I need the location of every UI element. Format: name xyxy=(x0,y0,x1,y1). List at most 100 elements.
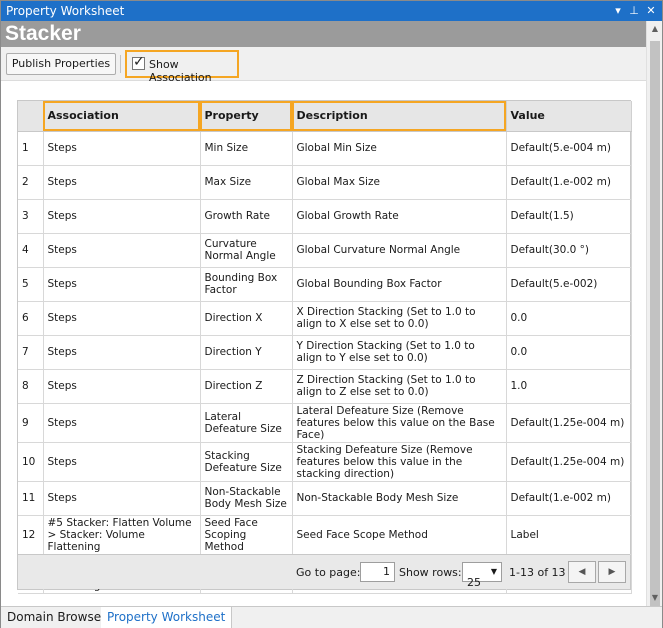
page-title: Stacker xyxy=(1,21,646,47)
description-cell: Y Direction Stacking (Set to 1.0 to alig… xyxy=(292,335,507,370)
column-header-description[interactable]: Description xyxy=(292,101,507,132)
row-index-cell: 8 xyxy=(18,369,44,404)
table-row[interactable]: 1 Steps Min Size Global Min Size Default(5.e… xyxy=(18,131,632,166)
vertical-scrollbar[interactable]: ▲ ▼ xyxy=(646,21,663,609)
association-cell: Steps xyxy=(43,442,201,482)
table-header-row: Association Property Description Value xyxy=(18,101,632,132)
property-worksheet-window: Property Worksheet ▾ ⊥ ✕ Stacker Publish… xyxy=(0,0,663,628)
row-index-cell: 2 xyxy=(18,165,44,200)
check-icon: ✓ xyxy=(133,54,145,70)
row-index-cell: 1 xyxy=(18,131,44,166)
value-cell[interactable]: Default(1.5) xyxy=(506,199,632,234)
tab-property-worksheet[interactable]: Property Worksheet xyxy=(101,607,233,628)
description-cell: Global Max Size xyxy=(292,165,507,200)
row-index-cell: 12 xyxy=(18,515,44,555)
association-cell: Steps xyxy=(43,301,201,336)
property-table: Association Property Description Value 1… xyxy=(18,101,632,594)
value-cell[interactable]: 0.0 xyxy=(506,335,632,370)
value-cell[interactable]: 0.0 xyxy=(506,301,632,336)
property-cell: Non-Stackable Body Mesh Size xyxy=(200,481,293,516)
show-association-checkbox[interactable]: ✓ Show Association xyxy=(125,50,239,84)
scrollbar-thumb[interactable] xyxy=(650,41,660,609)
value-cell[interactable]: 1.0 xyxy=(506,369,632,404)
toolbar-divider xyxy=(120,55,121,73)
property-cell: Direction X xyxy=(200,301,293,336)
previous-page-button[interactable]: ◀ xyxy=(568,561,596,583)
description-cell: Global Bounding Box Factor xyxy=(292,267,507,302)
table-row[interactable]: 6 Steps Direction XX Direction Stacking (S… xyxy=(18,301,632,336)
association-cell: Steps xyxy=(43,403,201,443)
dropdown-icon[interactable]: ▾ xyxy=(611,3,625,18)
value-cell[interactable]: Default(1.e-002 m) xyxy=(506,481,632,516)
table-row[interactable]: 2 Steps Max Size Global Max Size Default(1.e… xyxy=(18,165,632,200)
next-page-button[interactable]: ▶ xyxy=(598,561,626,583)
bottom-tab-bar: Domain Browser Property Worksheet xyxy=(1,606,662,628)
row-index-cell: 4 xyxy=(18,233,44,268)
window-title: Property Worksheet xyxy=(6,4,125,18)
column-header-property[interactable]: Property xyxy=(200,101,293,132)
association-cell: Steps xyxy=(43,335,201,370)
row-index-cell: 5 xyxy=(18,267,44,302)
association-cell: Steps xyxy=(43,369,201,404)
row-index-cell: 9 xyxy=(18,403,44,443)
description-cell: Z Direction Stacking (Set to 1.0 to alig… xyxy=(292,369,507,404)
property-cell: Direction Y xyxy=(200,335,293,370)
property-cell: Growth Rate xyxy=(200,199,293,234)
value-cell[interactable]: Default(5.e-004 m) xyxy=(506,131,632,166)
association-cell: Steps xyxy=(43,481,201,516)
description-cell: X Direction Stacking (Set to 1.0 to alig… xyxy=(292,301,507,336)
association-cell: Steps xyxy=(43,199,201,234)
row-index-cell: 10 xyxy=(18,442,44,482)
column-header-value[interactable]: Value xyxy=(506,101,632,132)
column-header-association[interactable]: Association xyxy=(43,101,201,132)
property-cell: Seed Face Scoping Method xyxy=(200,515,293,555)
table-row[interactable]: 3 Steps Growth Rate Global Growth Rate Defau… xyxy=(18,199,632,234)
table-row[interactable]: 12 #5 Stacker: Flatten Volume > Stacker: … xyxy=(18,515,632,555)
content-area: Association Property Description Value 1… xyxy=(1,81,646,606)
association-cell: #5 Stacker: Flatten Volume > Stacker: Vo… xyxy=(43,515,201,555)
table-row[interactable]: 7 Steps Direction YY Direction Stacking (S… xyxy=(18,335,632,370)
row-index-cell: 6 xyxy=(18,301,44,336)
table-row[interactable]: 4 Steps Curvature Normal Angle Global Curva… xyxy=(18,233,632,268)
title-bar: Property Worksheet ▾ ⊥ ✕ xyxy=(1,1,662,21)
value-cell[interactable]: Default(30.0 °) xyxy=(506,233,632,268)
publish-properties-button[interactable]: Publish Properties xyxy=(6,53,116,75)
rows-per-page-value: 25 xyxy=(467,576,481,589)
pin-icon[interactable]: ⊥ xyxy=(627,3,641,18)
row-index-cell: 7 xyxy=(18,335,44,370)
property-cell: Direction Z xyxy=(200,369,293,404)
association-cell: Steps xyxy=(43,233,201,268)
scroll-down-icon[interactable]: ▼ xyxy=(647,590,663,606)
description-cell: Non-Stackable Body Mesh Size xyxy=(292,481,507,516)
property-cell: Max Size xyxy=(200,165,293,200)
property-cell: Bounding Box Factor xyxy=(200,267,293,302)
property-cell: Min Size xyxy=(200,131,293,166)
table-row[interactable]: 9 Steps Lateral Defeature Size Lateral Defe… xyxy=(18,403,632,443)
table-row[interactable]: 10 Steps Stacking Defeature Size Stacking D… xyxy=(18,442,632,482)
column-header-index xyxy=(18,101,44,132)
pager: Go to page: 1 Show rows: 25 ▼ 1-13 of 13… xyxy=(18,554,630,589)
table-row[interactable]: 5 Steps Bounding Box Factor Global Bounding… xyxy=(18,267,632,302)
description-cell: Global Growth Rate xyxy=(292,199,507,234)
description-cell: Global Min Size xyxy=(292,131,507,166)
value-cell[interactable]: Label xyxy=(506,515,632,555)
row-index-cell: 11 xyxy=(18,481,44,516)
tab-domain-browser[interactable]: Domain Browser xyxy=(1,607,114,628)
rows-per-page-select[interactable]: 25 ▼ xyxy=(462,562,502,589)
property-cell: Curvature Normal Angle xyxy=(200,233,293,268)
property-grid: Association Property Description Value 1… xyxy=(17,100,632,594)
show-rows-label: Show rows: xyxy=(399,566,462,579)
property-cell: Stacking Defeature Size xyxy=(200,442,293,482)
chevron-down-icon: ▼ xyxy=(490,567,497,576)
value-cell[interactable]: Default(1.e-002 m) xyxy=(506,165,632,200)
scroll-up-icon[interactable]: ▲ xyxy=(647,21,663,37)
table-row[interactable]: 8 Steps Direction ZZ Direction Stacking (S… xyxy=(18,369,632,404)
toolbar: Publish Properties ✓ Show Association xyxy=(1,47,646,84)
page-number-input[interactable]: 1 xyxy=(360,562,395,582)
association-cell: Steps xyxy=(43,131,201,166)
value-cell[interactable]: Default(1.25e-004 m) xyxy=(506,403,632,443)
table-row[interactable]: 11 Steps Non-Stackable Body Mesh Size Non-S… xyxy=(18,481,632,516)
value-cell[interactable]: Default(5.e-002) xyxy=(506,267,632,302)
close-icon[interactable]: ✕ xyxy=(644,3,658,18)
value-cell[interactable]: Default(1.25e-004 m) xyxy=(506,442,632,482)
